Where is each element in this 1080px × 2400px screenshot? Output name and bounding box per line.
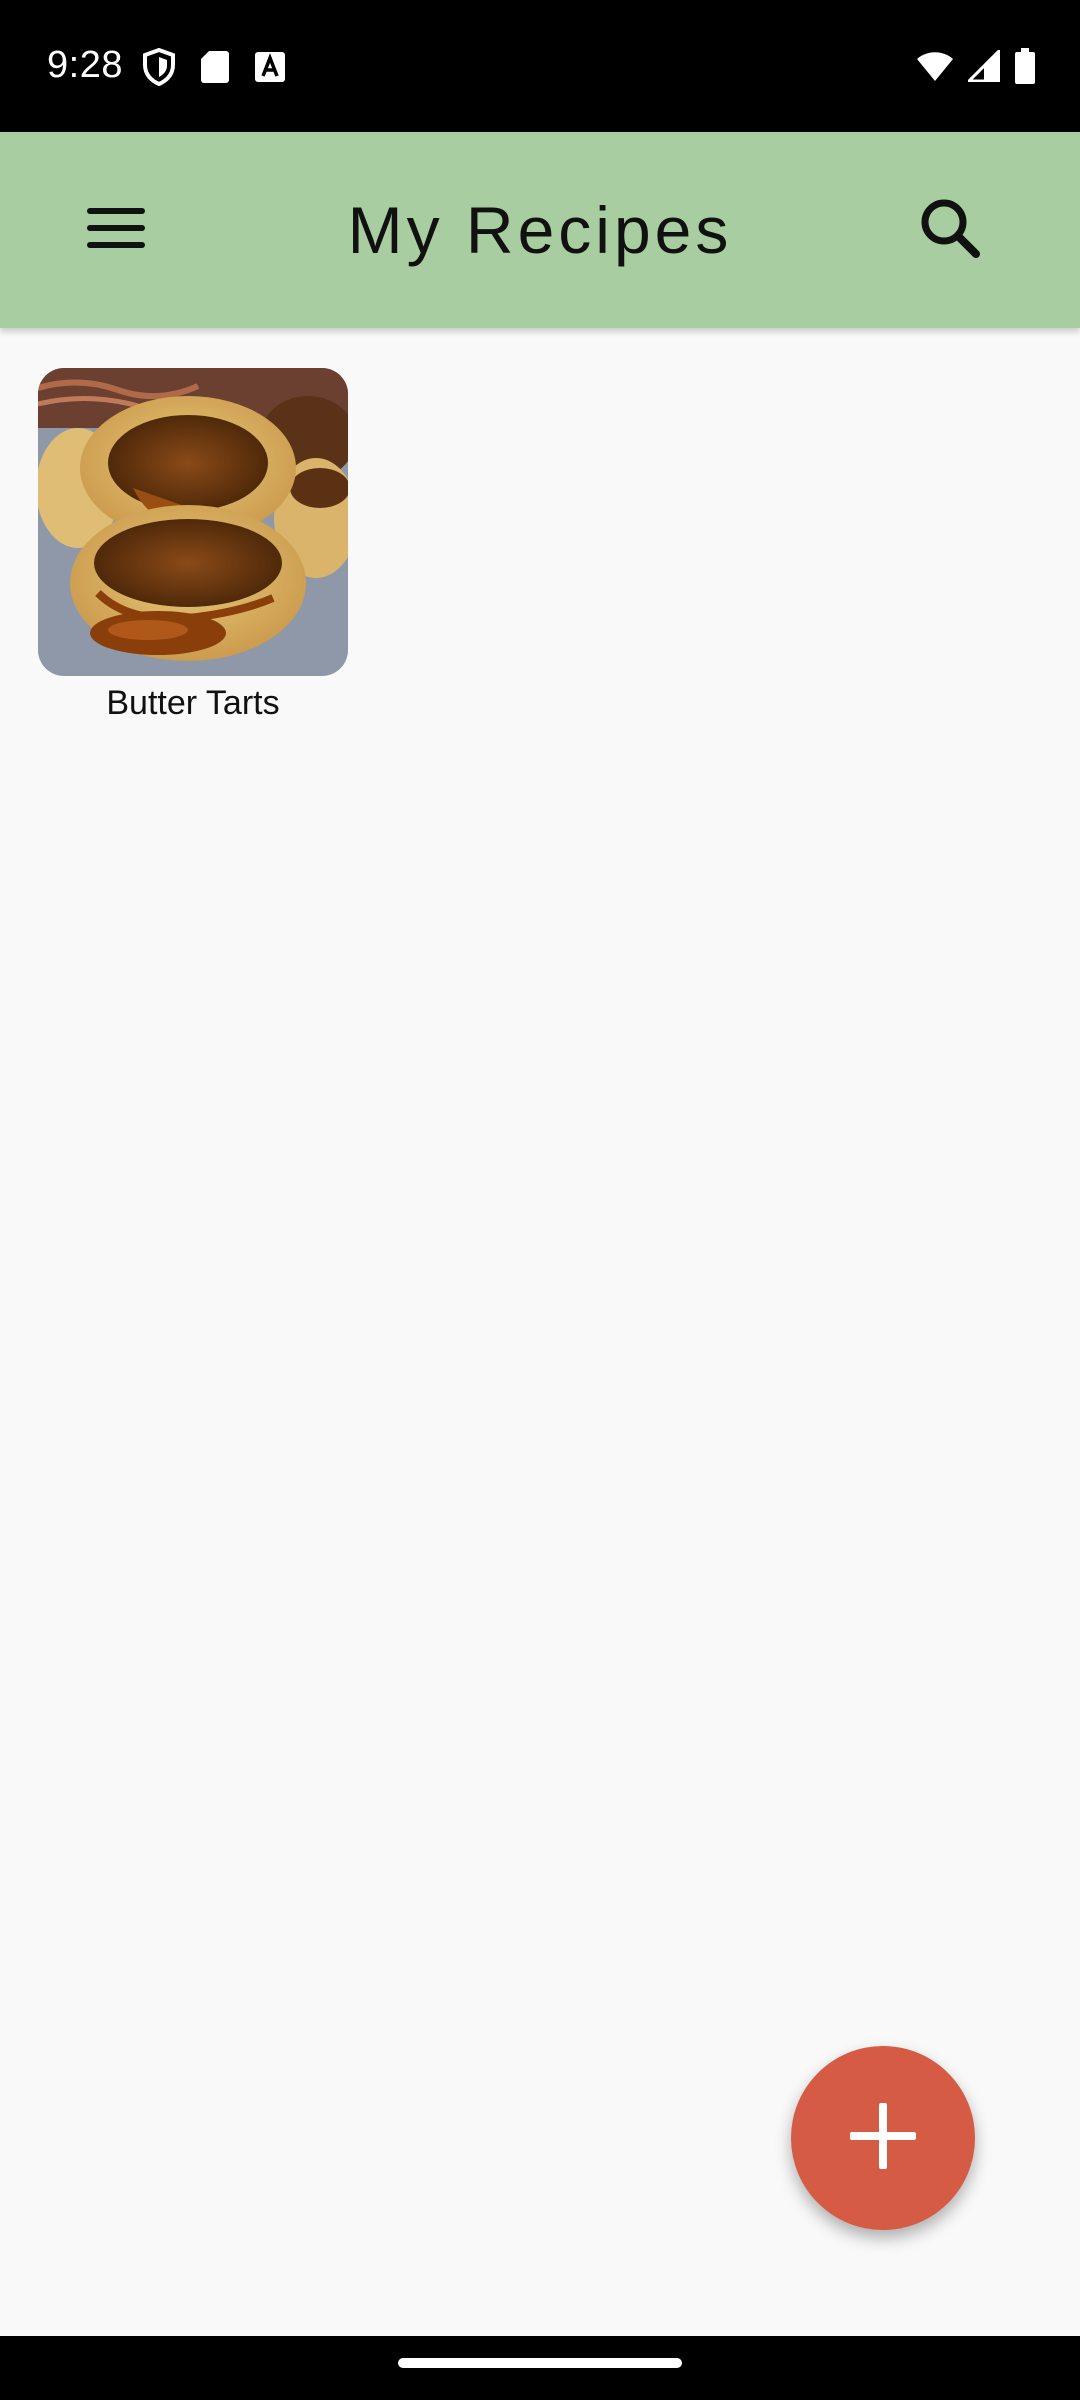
search-icon — [918, 196, 982, 265]
search-button[interactable] — [910, 194, 990, 266]
add-recipe-button[interactable] — [791, 2046, 975, 2230]
status-left-icons — [142, 47, 286, 91]
text-a-icon — [254, 51, 286, 88]
battery-icon — [1014, 48, 1036, 89]
status-bar: 9:28 — [0, 0, 1080, 132]
status-right-icons — [916, 47, 1036, 89]
butter-tarts-photo — [38, 368, 348, 676]
app-bar: My Recipes — [0, 132, 1080, 328]
shield-icon — [142, 47, 176, 91]
recipe-title: Butter Tarts — [106, 684, 280, 722]
plus-icon — [850, 2102, 916, 2174]
cell-signal-icon — [965, 47, 1001, 87]
status-time: 9:28 — [47, 44, 123, 86]
home-gesture-handle[interactable] — [398, 2358, 682, 2368]
sd-card-icon — [200, 49, 230, 90]
wifi-icon — [916, 50, 954, 87]
navigation-bar — [0, 2336, 1080, 2400]
recipe-card[interactable]: Butter Tarts — [38, 368, 348, 723]
